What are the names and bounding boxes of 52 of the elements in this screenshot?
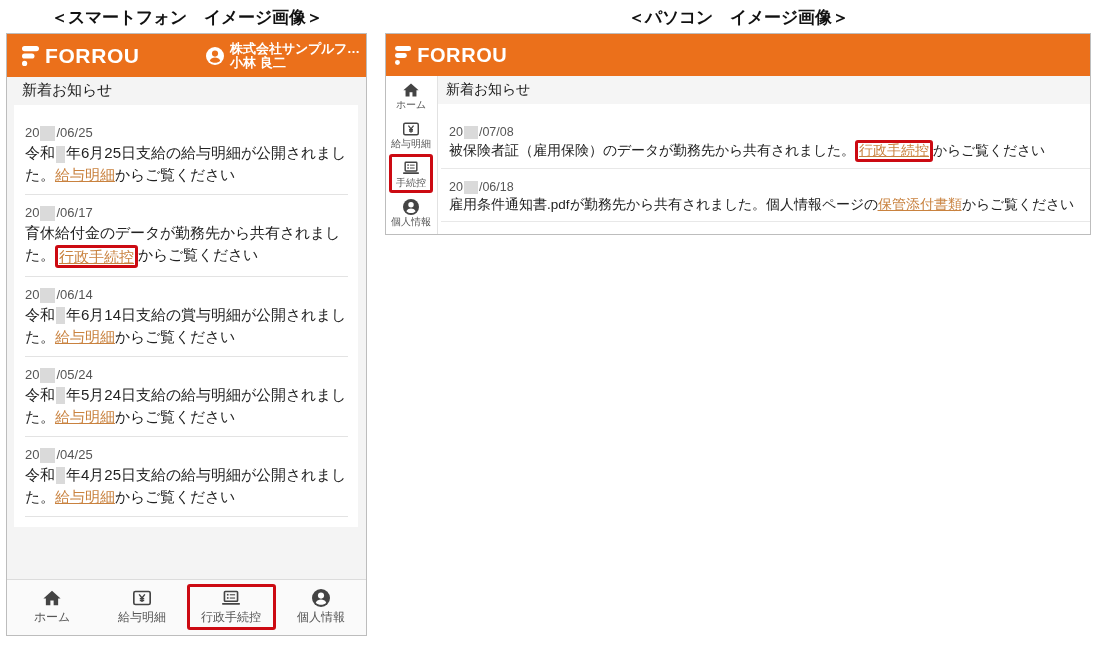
account-icon [312,589,331,607]
logo-text: FORROU [45,43,140,68]
redaction-bar [463,181,478,195]
notice-message: 令和 年4月25日支給の給与明細が公開されました。給与明細からご覧ください [25,464,348,507]
account-icon [403,199,419,215]
notice-message: 育休給付金のデータが勤務先から共有されました。 行政手続控 からご覧ください [25,222,348,268]
home-icon [42,589,61,607]
notice-message: 令和 年6月14日支給の賞与明細が公開されました。給与明細からご覧ください [25,304,348,347]
company-name: 株式会社サンプルフ… [230,42,360,56]
yen-note-icon [403,121,419,137]
redaction-bar [40,447,56,463]
notice-message: 令和 年5月24日支給の給与明細が公開されました。給与明細からご覧ください [25,384,348,427]
logo-text: FORROU [417,43,508,67]
nav-tab[interactable]: 行政手続控 [186,584,277,630]
logo-icon [395,45,412,65]
logo-icon [22,45,39,66]
yen-note-icon [132,589,151,607]
notice-date: 20 /05/24 [25,365,94,384]
notice-date: 20 /06/17 [25,204,94,222]
redaction-bar [40,287,56,303]
caption: ＜パソコン イメージ画像＞ [627,8,849,29]
sidebar-item[interactable]: 手続控 [389,154,433,193]
notice-date: 20 /06/14 [25,285,94,304]
notice-date: 20 /06/25 [25,124,94,142]
notice-message: 令和 年6月25日支給の給与明細が公開されました。給与明細からご覧ください [25,143,348,185]
redaction-bar [56,307,65,325]
redaction-bar [56,145,65,163]
user-name: 小林 良二 [230,55,286,69]
laptop-list-icon [403,160,419,176]
redaction-bar [463,126,478,140]
redaction-bar [40,126,56,142]
nav-tab[interactable]: 個人情報 [276,584,366,630]
notice-message: 雇用条件通知書.pdfが勤務先から共有されました。個人情報ページの保管添付書類からご覧ください [449,196,1075,214]
redaction-bar [56,387,65,405]
nav-tab[interactable]: ホーム [7,584,97,630]
home-icon [403,82,419,98]
sidebar-item[interactable]: 給与明細 [389,115,433,154]
notice-date: 20 /06/18 [449,179,515,195]
nav-tab[interactable]: 給与明細 [96,584,187,630]
notice-date: 20 /04/25 [25,445,94,464]
sidebar-item[interactable]: ホーム [389,76,433,115]
notice-message: 被保険者証（雇用保険）のデータが勤務先から共有されました。 行政手続控 からご覧ください [449,140,1090,162]
section-title: 新着お知らせ [22,81,112,98]
redaction-bar [40,367,56,383]
notice-date: 20 /07/08 [449,124,515,140]
laptop-list-icon [222,589,241,607]
sidebar-item[interactable]: 個人情報 [389,193,433,232]
section-title: 新着お知らせ [446,81,530,99]
redaction-bar [40,206,56,222]
caption: ＜スマートフォン イメージ画像＞ [50,8,323,29]
account-icon [206,46,224,65]
redaction-bar [56,467,65,485]
